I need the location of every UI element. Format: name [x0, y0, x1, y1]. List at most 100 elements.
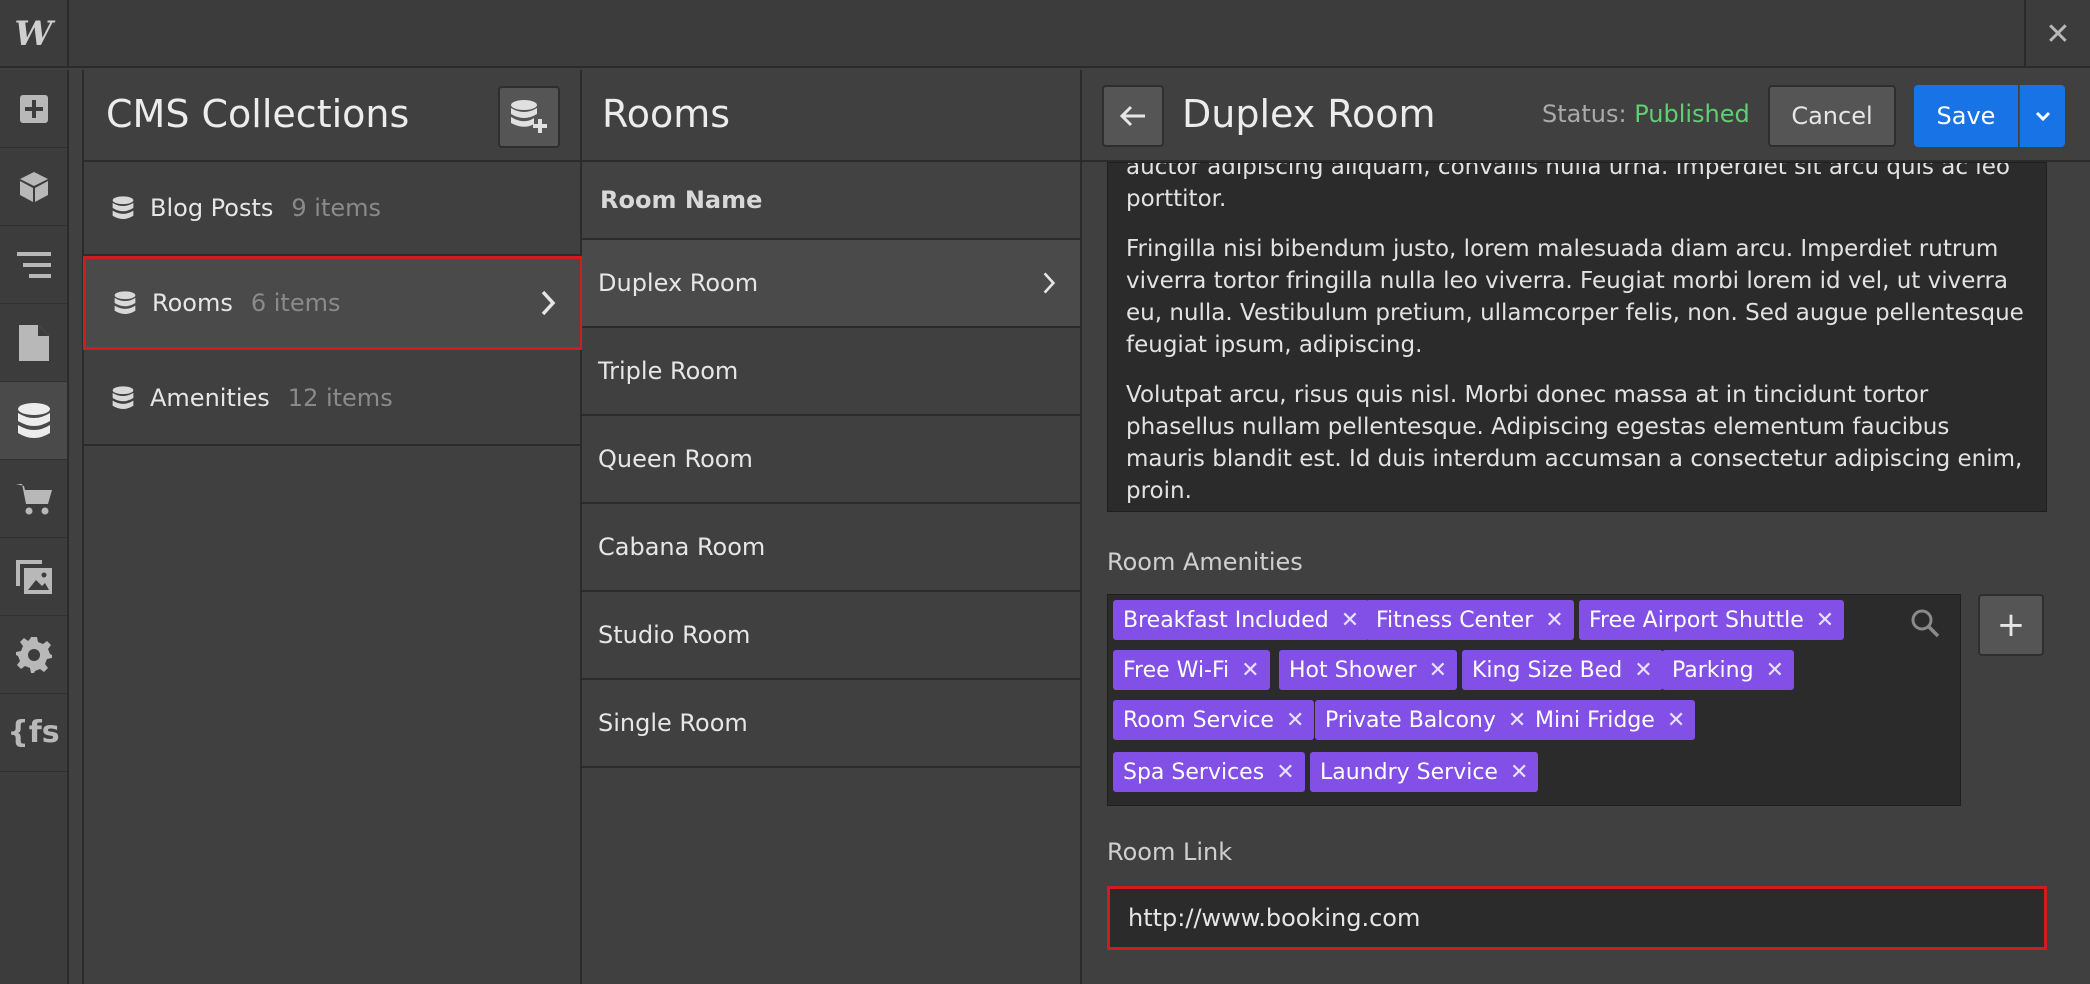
room-link-input[interactable]: http://www.booking.com [1107, 886, 2047, 950]
room-row-single[interactable]: Single Room [582, 680, 1080, 768]
room-link-value: http://www.booking.com [1128, 904, 1421, 932]
cms-button[interactable] [0, 382, 67, 460]
save-button[interactable]: Save [1914, 85, 2018, 147]
tag-label: Hot Shower [1289, 657, 1417, 683]
room-name: Single Room [598, 709, 748, 737]
page-icon [18, 324, 49, 361]
room-name: Studio Room [598, 621, 751, 649]
chevron-down-icon [2035, 111, 2050, 121]
amenities-multiref-field[interactable]: Breakfast Included ✕ Fitness Center ✕ Free… [1107, 594, 1961, 806]
status-label: Status: [1542, 100, 1627, 128]
room-row-duplex[interactable]: Duplex Room [582, 240, 1080, 328]
room-name: Queen Room [598, 445, 753, 473]
amenity-tag[interactable]: Fitness Center ✕ [1366, 600, 1574, 640]
add-panel-button[interactable] [0, 70, 67, 148]
status-badge: Published [1634, 100, 1750, 128]
save-options-button[interactable] [2019, 85, 2065, 147]
remove-tag-icon[interactable]: ✕ [1766, 658, 1784, 683]
paragraph: auctor adipiscing aliquam, convallis nul… [1126, 162, 2028, 215]
tag-label: Parking [1672, 657, 1754, 683]
amenity-tag[interactable]: Mini Fridge ✕ [1525, 700, 1696, 740]
chevron-right-icon [1043, 272, 1056, 294]
amenity-tag[interactable]: Parking ✕ [1662, 650, 1795, 690]
fs-icon: {fs [7, 715, 60, 750]
collection-name: Blog Posts [150, 194, 274, 222]
navigator-button[interactable] [0, 226, 67, 304]
gear-icon [15, 636, 52, 673]
add-database-icon [511, 100, 547, 133]
room-row-triple[interactable]: Triple Room [582, 328, 1080, 416]
tag-label: Breakfast Included [1123, 607, 1329, 633]
add-amenity-button[interactable]: + [1978, 594, 2044, 656]
collection-item-amenities[interactable]: Amenities 12 items [84, 352, 582, 446]
remove-tag-icon[interactable]: ✕ [1545, 608, 1563, 633]
navigator-icon [16, 251, 51, 278]
pages-button[interactable] [0, 304, 67, 382]
remove-tag-icon[interactable]: ✕ [1276, 760, 1294, 785]
tag-label: Laundry Service [1320, 759, 1498, 785]
back-button[interactable] [1102, 85, 1164, 147]
item-title: Duplex Room [1182, 92, 1436, 136]
database-icon [114, 291, 136, 314]
plus-square-icon [19, 94, 48, 123]
logo-text: W [14, 14, 53, 54]
remove-tag-icon[interactable]: ✕ [1634, 658, 1652, 683]
arrow-left-icon [1120, 105, 1145, 127]
remove-tag-icon[interactable]: ✕ [1429, 658, 1447, 683]
remove-tag-icon[interactable]: ✕ [1510, 760, 1528, 785]
cms-collections-panel: CMS Collections Blog Posts 9 items Rooms… [82, 70, 583, 984]
collection-item-blog-posts[interactable]: Blog Posts 9 items [84, 162, 582, 256]
room-row-cabana[interactable]: Cabana Room [582, 504, 1080, 592]
plus-icon: + [1996, 605, 2026, 645]
room-row-studio[interactable]: Studio Room [582, 592, 1080, 680]
room-name: Duplex Room [598, 269, 759, 297]
ecommerce-button[interactable] [0, 460, 67, 538]
panel-title: CMS Collections [106, 92, 410, 136]
remove-tag-icon[interactable]: ✕ [1508, 708, 1526, 733]
status-text: Status: Published [1542, 100, 1750, 128]
amenity-tag[interactable]: Breakfast Included ✕ [1113, 600, 1370, 640]
room-amenities-label: Room Amenities [1107, 548, 1303, 576]
paragraph-text: porttitor. [1126, 186, 1227, 212]
tag-label: Free Airport Shuttle [1589, 607, 1804, 633]
tag-label: Fitness Center [1376, 607, 1534, 633]
finsweet-button[interactable]: {fs [0, 694, 67, 772]
remove-tag-icon[interactable]: ✕ [1816, 608, 1834, 633]
amenities-search-button[interactable] [1910, 608, 1940, 642]
close-button[interactable]: ✕ [2024, 0, 2090, 68]
chevron-right-icon [541, 290, 556, 316]
room-row-queen[interactable]: Queen Room [582, 416, 1080, 504]
remove-tag-icon[interactable]: ✕ [1286, 708, 1304, 733]
remove-tag-icon[interactable]: ✕ [1341, 608, 1359, 633]
cancel-button[interactable]: Cancel [1768, 85, 1896, 147]
cms-collections-header: CMS Collections [84, 70, 580, 162]
amenity-tag[interactable]: King Size Bed ✕ [1462, 650, 1663, 690]
amenity-tag[interactable]: Free Wi-Fi ✕ [1113, 650, 1270, 690]
collection-name: Amenities [150, 384, 270, 412]
settings-button[interactable] [0, 616, 67, 694]
webflow-logo[interactable]: W [0, 0, 69, 68]
add-collection-button[interactable] [498, 86, 560, 148]
collection-count: 9 items [291, 194, 382, 222]
amenity-tag[interactable]: Room Service ✕ [1113, 700, 1315, 740]
amenity-tag[interactable]: Free Airport Shuttle ✕ [1579, 600, 1845, 640]
room-link-label: Room Link [1107, 838, 1233, 866]
item-editor-panel: Duplex Room Status: Published Cancel Sav… [1082, 70, 2090, 984]
room-name: Triple Room [598, 357, 739, 385]
assets-button[interactable] [0, 538, 67, 616]
amenity-tag[interactable]: Hot Shower ✕ [1279, 650, 1458, 690]
tag-label: Room Service [1123, 707, 1274, 733]
rich-text-body[interactable]: auctor adipiscing aliquam, convallis nul… [1107, 162, 2047, 512]
close-icon: ✕ [2045, 16, 2071, 52]
column-header-room-name[interactable]: Room Name [582, 162, 1080, 240]
collection-name: Rooms [152, 289, 233, 317]
remove-tag-icon[interactable]: ✕ [1241, 658, 1259, 683]
amenity-tag[interactable]: Laundry Service ✕ [1310, 752, 1539, 792]
rooms-header: Rooms [582, 70, 1080, 162]
amenity-tag[interactable]: Spa Services ✕ [1113, 752, 1305, 792]
amenity-tag[interactable]: Private Balcony ✕ [1315, 700, 1537, 740]
collection-item-rooms[interactable]: Rooms 6 items [83, 256, 583, 350]
paragraph-text: auctor adipiscing aliquam, convallis nul… [1126, 162, 2010, 180]
components-button[interactable] [0, 148, 67, 226]
remove-tag-icon[interactable]: ✕ [1667, 708, 1685, 733]
